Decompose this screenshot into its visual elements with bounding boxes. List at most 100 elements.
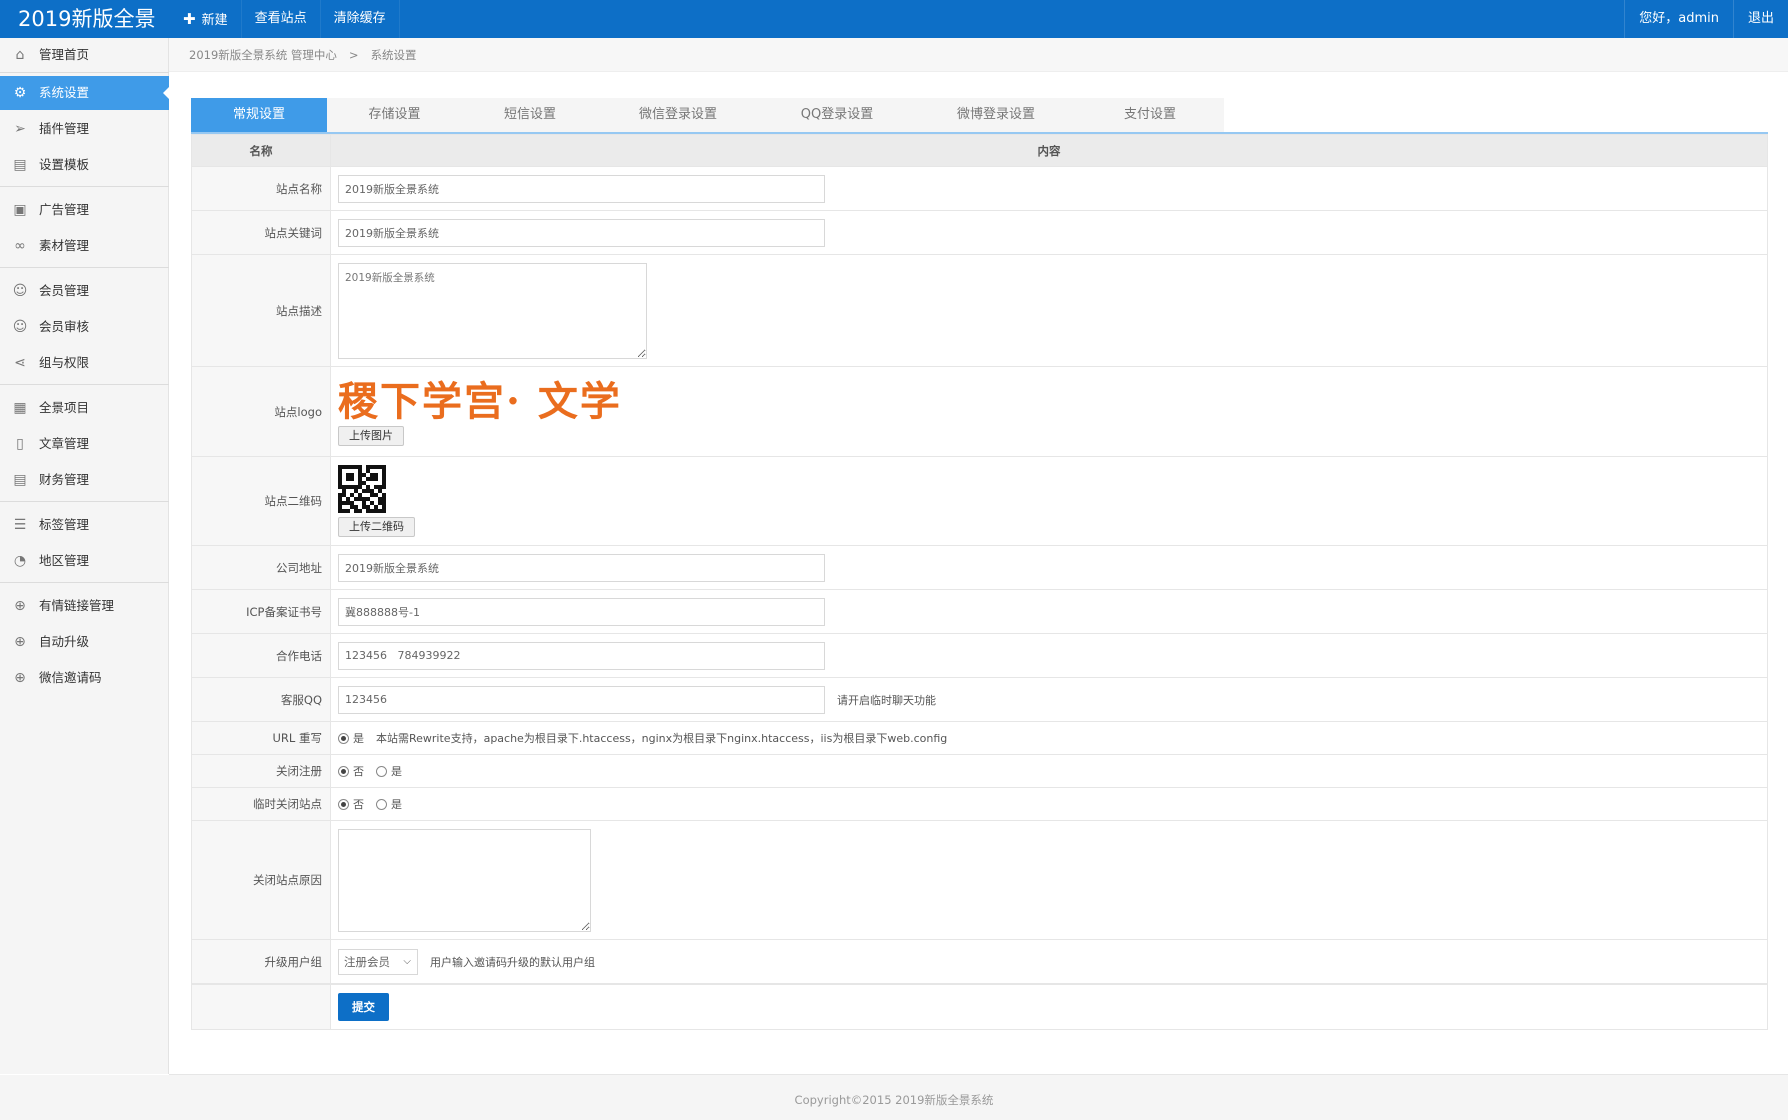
- sidebar-item-templates[interactable]: ▤ 设置模板: [0, 148, 169, 182]
- icp-input[interactable]: [338, 597, 825, 626]
- close-reason-textarea[interactable]: [338, 828, 591, 932]
- field-label: 站点logo: [192, 367, 331, 456]
- tab-qq-login[interactable]: QQ登录设置: [758, 98, 916, 132]
- user-check-icon: ☺: [12, 319, 28, 335]
- sidebar: ⌂ 管理首页 ⚙ 系统设置 ➢ 插件管理 ▤ 设置模板 ▣ 广告管理 ∞ 素材管理 ☺ 会员管…: [0, 38, 170, 1074]
- sidebar-item-label: 系统设置: [39, 85, 90, 100]
- close-register-yes-radio[interactable]: 是: [376, 763, 402, 779]
- header-name: 名称: [192, 135, 331, 166]
- field-label: 合作电话: [192, 634, 331, 677]
- download-circle-icon: ⊕: [14, 634, 26, 650]
- users-icon: ☺: [12, 283, 28, 299]
- temp-close-yes-radio[interactable]: 是: [376, 796, 402, 812]
- sidebar-item-tags[interactable]: ☰ 标签管理: [0, 508, 169, 542]
- radio-unchecked-icon: [376, 798, 387, 810]
- top-right: 您好，admin 退出: [1624, 0, 1788, 38]
- sidebar-item-ads[interactable]: ▣ 广告管理: [0, 193, 169, 227]
- upgrade-group-select[interactable]: 注册会员 ⌵: [338, 948, 418, 975]
- tab-weibo-login[interactable]: 微博登录设置: [916, 98, 1076, 132]
- form-row-upgrade-group: 升级用户组 注册会员 ⌵ 用户输入邀请码升级的默认用户组: [192, 940, 1767, 984]
- company-address-input[interactable]: [338, 553, 825, 582]
- radio-label: 是: [391, 798, 402, 811]
- sidebar-item-home[interactable]: ⌂ 管理首页: [0, 38, 169, 72]
- field-label: 站点关键词: [192, 211, 331, 254]
- tab-storage[interactable]: 存储设置: [327, 98, 462, 132]
- select-value: 注册会员: [344, 954, 390, 969]
- sidebar-item-finance[interactable]: ▤ 财务管理: [0, 463, 169, 497]
- qq-hint: 请开启临时聊天功能: [837, 693, 936, 707]
- upload-qr-button[interactable]: 上传二维码: [338, 517, 415, 537]
- breadcrumb-separator: >: [348, 48, 359, 62]
- url-rewrite-yes-radio[interactable]: 是: [338, 730, 364, 746]
- site-desc-textarea[interactable]: 2019新版全景系统: [338, 262, 647, 359]
- sidebar-item-label: 财务管理: [39, 472, 90, 487]
- link-icon: ∞: [14, 238, 26, 254]
- tag-list-icon: ☰: [13, 517, 27, 533]
- radio-label: 否: [353, 798, 364, 811]
- form-row-url-rewrite: URL 重写 是 本站需Rewrite支持，apache为根目录下.htacce…: [192, 722, 1767, 755]
- sidebar-item-plugins[interactable]: ➢ 插件管理: [0, 112, 169, 146]
- sidebar-item-member-review[interactable]: ☺ 会员审核: [0, 310, 169, 344]
- sidebar-item-friend-links[interactable]: ⊕ 有情链接管理: [0, 589, 169, 623]
- user-greeting[interactable]: 您好，admin: [1624, 0, 1733, 38]
- form-row-site-name: 站点名称: [192, 167, 1767, 211]
- sidebar-item-materials[interactable]: ∞ 素材管理: [0, 229, 169, 263]
- tab-general[interactable]: 常规设置: [191, 98, 327, 132]
- form-row-close-reason: 关闭站点原因: [192, 821, 1767, 940]
- form-row-close-register: 关闭注册 否 是: [192, 755, 1767, 788]
- qq-input[interactable]: [338, 685, 825, 714]
- form-row-qq: 客服QQ 请开启临时聊天功能: [192, 678, 1767, 722]
- new-label: 新建: [201, 13, 228, 28]
- sidebar-item-wechat-invite[interactable]: ⊕ 微信邀请码: [0, 661, 169, 695]
- sidebar-item-system-settings[interactable]: ⚙ 系统设置: [0, 76, 170, 110]
- upload-logo-button[interactable]: 上传图片: [338, 425, 404, 446]
- form-row-temp-close: 临时关闭站点 否 是: [192, 788, 1767, 821]
- sidebar-divider: [0, 186, 169, 187]
- sidebar-item-label: 全景项目: [39, 400, 90, 415]
- tab-sms[interactable]: 短信设置: [462, 98, 598, 132]
- site-name-input[interactable]: [338, 174, 825, 203]
- sidebar-divider: [0, 582, 169, 583]
- submit-button[interactable]: 提交: [338, 993, 389, 1021]
- radio-label: 否: [353, 765, 364, 778]
- sidebar-item-members[interactable]: ☺ 会员管理: [0, 274, 169, 308]
- empty-cell: [192, 985, 331, 1029]
- radio-unchecked-icon: [376, 765, 387, 777]
- sidebar-item-regions[interactable]: ◔ 地区管理: [0, 544, 169, 578]
- app-title: 2019新版全景: [18, 7, 156, 31]
- sidebar-item-label: 广告管理: [39, 202, 90, 217]
- sidebar-divider: [0, 501, 169, 502]
- tab-wechat-login[interactable]: 微信登录设置: [598, 98, 758, 132]
- form-row-site-desc: 站点描述 2019新版全景系统: [192, 255, 1767, 367]
- breadcrumb-root[interactable]: 2019新版全景系统 管理中心: [189, 48, 337, 62]
- clear-cache-link[interactable]: 清除缓存: [321, 0, 400, 38]
- template-icon: ▤: [13, 157, 27, 173]
- sidebar-item-articles[interactable]: ▯ 文章管理: [0, 427, 169, 461]
- sidebar-item-groups[interactable]: ⋖ 组与权限: [0, 346, 169, 380]
- temp-close-no-radio[interactable]: 否: [338, 796, 364, 812]
- site-keywords-input[interactable]: [338, 218, 825, 247]
- logout-link[interactable]: 退出: [1732, 0, 1788, 38]
- sidebar-item-projects[interactable]: ▦ 全景项目: [0, 391, 169, 425]
- field-label: 临时关闭站点: [192, 788, 331, 820]
- sidebar-item-auto-upgrade[interactable]: ⊕ 自动升级: [0, 625, 169, 659]
- phone-input[interactable]: [338, 641, 825, 670]
- sidebar-item-label: 管理首页: [39, 47, 90, 62]
- radio-checked-icon: [338, 732, 349, 744]
- footer: Copyright©2015 2019新版全景系统: [0, 1075, 1788, 1120]
- close-register-no-radio[interactable]: 否: [338, 763, 364, 779]
- new-button[interactable]: ✚ 新建: [170, 0, 242, 38]
- field-label: ICP备案证书号: [192, 590, 331, 633]
- view-site-link[interactable]: 查看站点: [242, 0, 321, 38]
- image-icon: ▣: [13, 202, 27, 218]
- form-row-company-address: 公司地址: [192, 546, 1767, 590]
- url-rewrite-hint: 本站需Rewrite支持，apache为根目录下.htaccess，nginx为…: [376, 732, 948, 745]
- form-row-site-logo: 站点logo 稷下学宫· 文学 上传图片: [192, 367, 1767, 457]
- settings-tabs: 常规设置 存储设置 短信设置 微信登录设置 QQ登录设置 微博登录设置 支付设置: [191, 98, 1224, 132]
- sidebar-item-label: 会员审核: [39, 319, 90, 334]
- tab-payment[interactable]: 支付设置: [1076, 98, 1224, 132]
- qr-code-image: [338, 465, 386, 513]
- top-bar: 2019新版全景 ✚ 新建 查看站点 清除缓存 您好，admin 退出: [0, 0, 1788, 38]
- radio-label: 是: [391, 765, 402, 778]
- radio-checked-icon: [338, 765, 349, 777]
